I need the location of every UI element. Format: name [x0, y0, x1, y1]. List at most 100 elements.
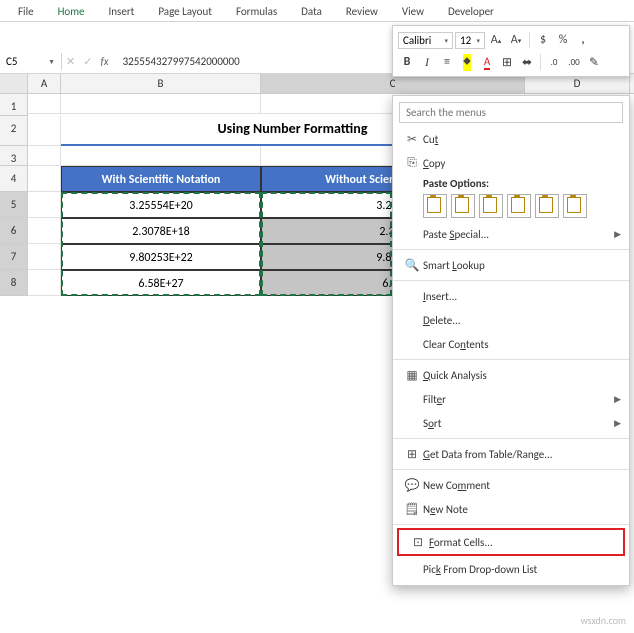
- data-cell[interactable]: 3.25554E+20: [61, 192, 261, 218]
- tab-view[interactable]: View: [390, 2, 436, 21]
- menu-delete[interactable]: Delete...: [393, 308, 629, 332]
- borders-icon[interactable]: ⊞: [498, 53, 516, 71]
- cell[interactable]: [28, 166, 61, 192]
- row-header-7[interactable]: 7: [0, 244, 28, 270]
- cell[interactable]: [61, 146, 261, 166]
- header-cell-b[interactable]: With Scientific Notation: [61, 166, 261, 192]
- menu-insert[interactable]: Insert...: [393, 284, 629, 308]
- tab-page-layout[interactable]: Page Layout: [146, 2, 224, 21]
- menu-separator: [393, 438, 629, 439]
- tab-developer[interactable]: Developer: [436, 2, 506, 21]
- chevron-right-icon: ▶: [614, 418, 621, 429]
- paste-values-icon[interactable]: [451, 194, 475, 218]
- cell[interactable]: [28, 218, 61, 244]
- row-header-1[interactable]: 1: [0, 94, 28, 116]
- data-cell[interactable]: 6.58E+27: [61, 270, 261, 296]
- menu-smart-lookup[interactable]: 🔍 Smart Lookup: [393, 253, 629, 277]
- row-header-5[interactable]: 5: [0, 192, 28, 218]
- paste-formatting-icon[interactable]: [535, 194, 559, 218]
- font-color-icon[interactable]: A: [478, 53, 496, 71]
- cell[interactable]: [28, 116, 61, 146]
- cell[interactable]: [28, 270, 61, 296]
- menu-search-input[interactable]: [399, 102, 623, 123]
- cell[interactable]: [61, 94, 261, 114]
- menu-paste-special[interactable]: Paste Special... ▶: [393, 222, 629, 246]
- font-size-picker[interactable]: 12▾: [455, 32, 485, 49]
- row-header-2[interactable]: 2: [0, 116, 28, 146]
- comma-format-icon[interactable]: ,: [574, 31, 592, 49]
- row-header-4[interactable]: 4: [0, 166, 28, 192]
- menu-copy[interactable]: ⎘ Copy: [393, 151, 629, 175]
- percent-format-icon[interactable]: %: [554, 31, 572, 49]
- menu-label: Insert...: [423, 290, 621, 303]
- cell[interactable]: [28, 244, 61, 270]
- menu-filter[interactable]: Filter ▶: [393, 387, 629, 411]
- chevron-down-icon: ▾: [444, 36, 448, 45]
- comment-icon: 💬: [401, 478, 423, 493]
- menu-label: New Note: [423, 503, 621, 516]
- paste-options-row: [393, 192, 629, 222]
- fx-icon[interactable]: fx: [100, 55, 108, 68]
- paste-link-icon[interactable]: [563, 194, 587, 218]
- menu-search[interactable]: [399, 102, 623, 123]
- align-center-icon[interactable]: ≡: [438, 53, 456, 71]
- menu-sort[interactable]: Sort ▶: [393, 411, 629, 435]
- paste-icon[interactable]: [423, 194, 447, 218]
- menu-quick-analysis[interactable]: ▦ Quick Analysis: [393, 363, 629, 387]
- format-cells-icon: ⊡: [407, 535, 429, 550]
- paste-formulas-icon[interactable]: [479, 194, 503, 218]
- menu-new-note[interactable]: 🗒 New Note: [393, 497, 629, 521]
- menu-label: Smart Lookup: [423, 259, 621, 272]
- menu-separator: [393, 280, 629, 281]
- tab-file[interactable]: File: [6, 2, 46, 21]
- decrease-decimal-icon[interactable]: .0: [545, 53, 563, 71]
- tab-formulas[interactable]: Formulas: [224, 2, 289, 21]
- row-header-3[interactable]: 3: [0, 146, 28, 166]
- data-cell[interactable]: 2.3078E+18: [61, 218, 261, 244]
- note-icon: 🗒: [401, 502, 423, 517]
- quick-analysis-icon: ▦: [401, 368, 423, 383]
- tab-insert[interactable]: Insert: [97, 2, 147, 21]
- name-box[interactable]: C5▼: [0, 53, 62, 70]
- tab-data[interactable]: Data: [289, 2, 334, 21]
- col-header-b[interactable]: B: [61, 74, 261, 93]
- menu-clear-contents[interactable]: Clear Contents: [393, 332, 629, 356]
- menu-get-data[interactable]: ⊞ Get Data from Table/Range...: [393, 442, 629, 466]
- menu-label: Delete...: [423, 314, 621, 327]
- menu-label: Paste Special...: [423, 228, 614, 241]
- cell[interactable]: [28, 192, 61, 218]
- paste-transpose-icon[interactable]: [507, 194, 531, 218]
- menu-pick-from-list[interactable]: Pick From Drop-down List: [393, 557, 629, 581]
- data-cell[interactable]: 9.80253E+22: [61, 244, 261, 270]
- format-painter-icon[interactable]: ✎: [585, 53, 603, 71]
- menu-format-cells[interactable]: ⊡ Format Cells...: [399, 530, 623, 554]
- increase-decimal-icon[interactable]: .00: [565, 53, 583, 71]
- increase-font-icon[interactable]: A▴: [487, 31, 505, 49]
- row-header-8[interactable]: 8: [0, 270, 28, 296]
- menu-separator: [393, 249, 629, 250]
- col-header-a[interactable]: A: [28, 74, 61, 93]
- bold-icon[interactable]: B: [398, 53, 416, 71]
- table-icon: ⊞: [401, 447, 423, 462]
- cell[interactable]: [28, 94, 61, 114]
- menu-cut[interactable]: ✂ Cut: [393, 127, 629, 151]
- ribbon-tabs: File Home Insert Page Layout Formulas Da…: [0, 0, 634, 22]
- enter-icon[interactable]: ✓: [83, 55, 92, 68]
- accounting-format-icon[interactable]: $: [534, 31, 552, 49]
- menu-separator: [393, 469, 629, 470]
- row-header-6[interactable]: 6: [0, 218, 28, 244]
- menu-label: Sort: [423, 417, 614, 430]
- cancel-icon[interactable]: ✕: [66, 55, 75, 68]
- fill-color-icon[interactable]: ⬥: [458, 53, 476, 71]
- menu-label: Get Data from Table/Range...: [423, 448, 621, 461]
- menu-separator: [393, 359, 629, 360]
- cell[interactable]: [28, 146, 61, 166]
- menu-new-comment[interactable]: 💬 New Comment: [393, 473, 629, 497]
- decrease-font-icon[interactable]: A▾: [507, 31, 525, 49]
- font-picker[interactable]: Calibri▾: [398, 32, 453, 49]
- tab-review[interactable]: Review: [334, 2, 390, 21]
- tab-home[interactable]: Home: [46, 2, 97, 21]
- select-all-corner[interactable]: [0, 74, 28, 93]
- merge-icon[interactable]: ⬌: [518, 53, 536, 71]
- italic-icon[interactable]: I: [418, 53, 436, 71]
